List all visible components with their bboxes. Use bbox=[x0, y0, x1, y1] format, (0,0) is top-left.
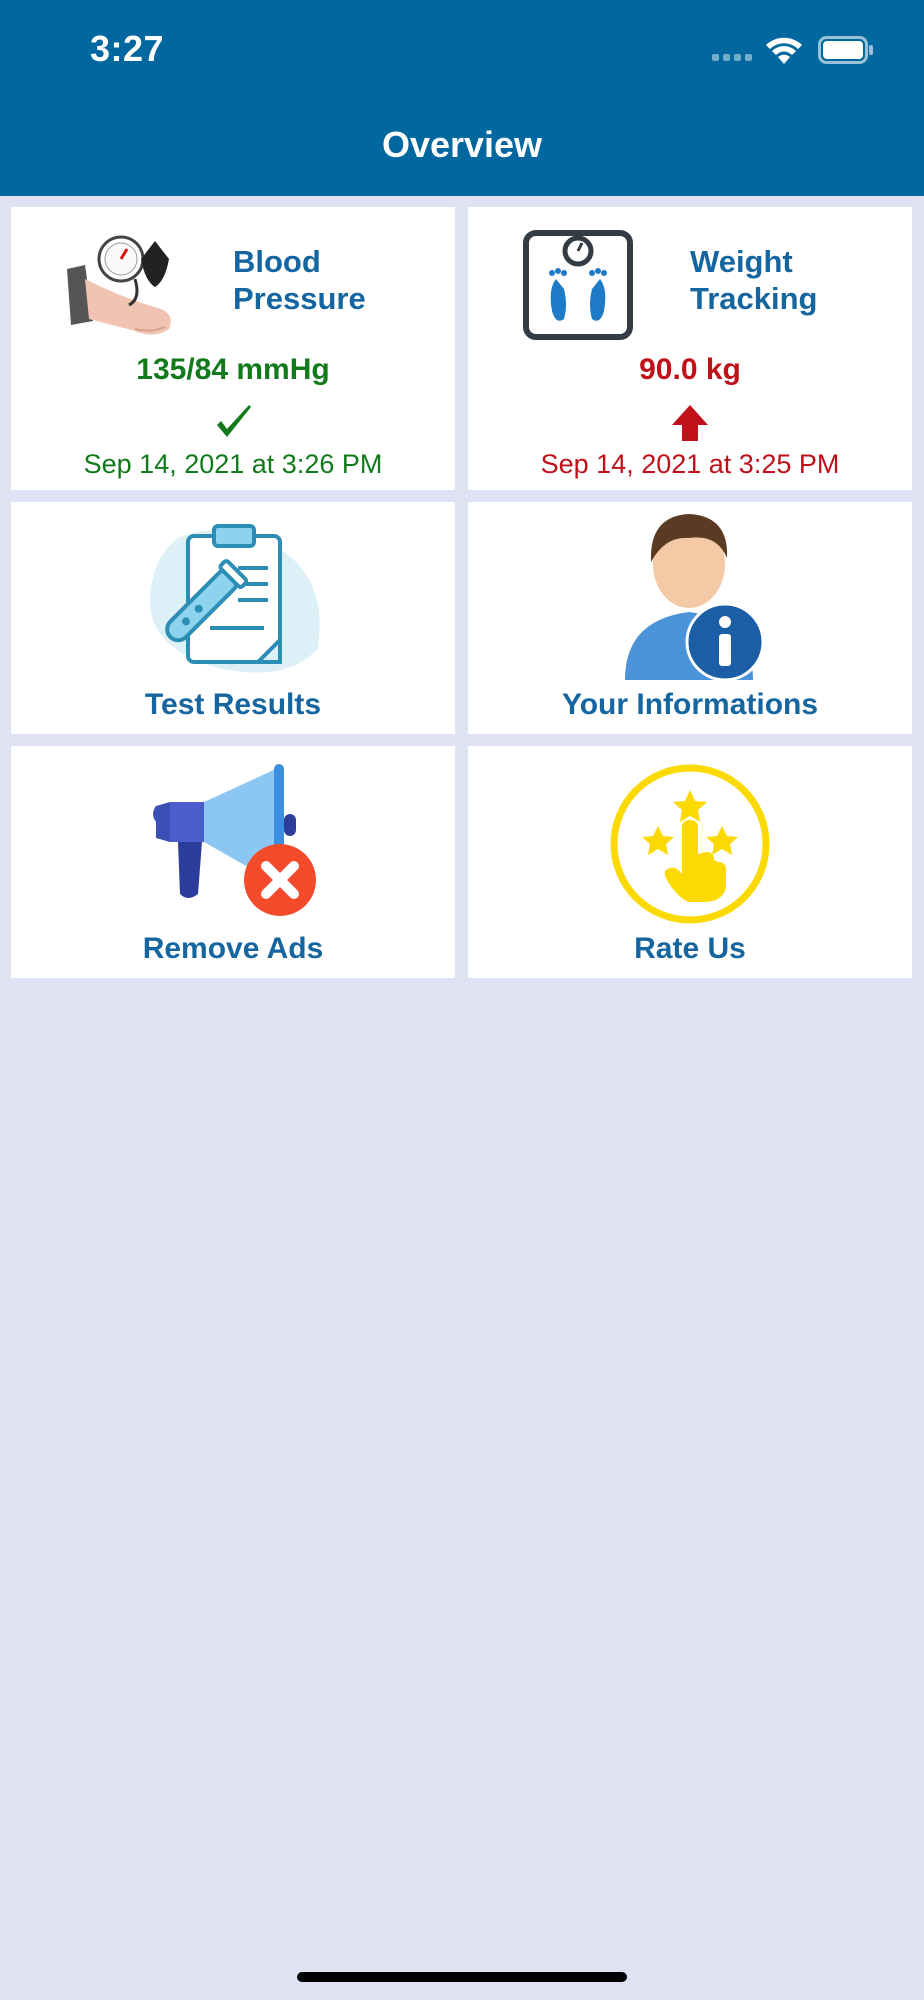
weight-value: 90.0 kg bbox=[639, 353, 741, 386]
status-time: 3:27 bbox=[90, 28, 165, 69]
weight-tracking-title: Weight Tracking bbox=[690, 244, 818, 316]
test-results-label: Test Results bbox=[144, 688, 322, 721]
megaphone-cancel-icon bbox=[153, 764, 316, 916]
blood-pressure-tile[interactable]: Blood Pressure 135/84 mmHg Sep 14, 2021 … bbox=[11, 207, 455, 490]
hand-stars-icon bbox=[610, 764, 770, 924]
blood-pressure-title: Blood Pressure bbox=[233, 244, 366, 316]
test-results-tile[interactable]: Test Results bbox=[11, 502, 455, 734]
wifi-icon bbox=[766, 37, 802, 64]
status-bar: 3:27 bbox=[0, 0, 924, 100]
cellular-signal-icon bbox=[712, 54, 752, 61]
remove-ads-label: Remove Ads bbox=[142, 932, 324, 965]
your-informations-tile[interactable]: Your Informations bbox=[468, 502, 912, 734]
weight-tracking-tile[interactable]: Weight Tracking 90.0 kg Sep 14, 2021 at … bbox=[468, 207, 912, 490]
blood-pressure-value: 135/84 mmHg bbox=[136, 353, 330, 386]
checkmark-icon bbox=[217, 405, 251, 437]
user-info-icon bbox=[625, 514, 765, 680]
battery-icon bbox=[818, 36, 873, 64]
scale-icon bbox=[523, 230, 633, 340]
remove-ads-tile[interactable]: Remove Ads bbox=[11, 746, 455, 978]
rate-us-label: Rate Us bbox=[634, 932, 746, 965]
clipboard-test-tube-icon bbox=[149, 524, 320, 673]
your-informations-label: Your Informations bbox=[561, 688, 819, 721]
blood-pressure-cuff-icon bbox=[67, 235, 171, 335]
page-title: Overview bbox=[381, 124, 543, 165]
blood-pressure-timestamp: Sep 14, 2021 at 3:26 PM bbox=[83, 449, 383, 479]
arrow-up-icon bbox=[672, 405, 708, 441]
weight-timestamp: Sep 14, 2021 at 3:25 PM bbox=[540, 449, 840, 479]
navigation-bar: Overview bbox=[0, 100, 924, 196]
home-indicator[interactable] bbox=[297, 1972, 627, 1982]
rate-us-tile[interactable]: Rate Us bbox=[468, 746, 912, 978]
